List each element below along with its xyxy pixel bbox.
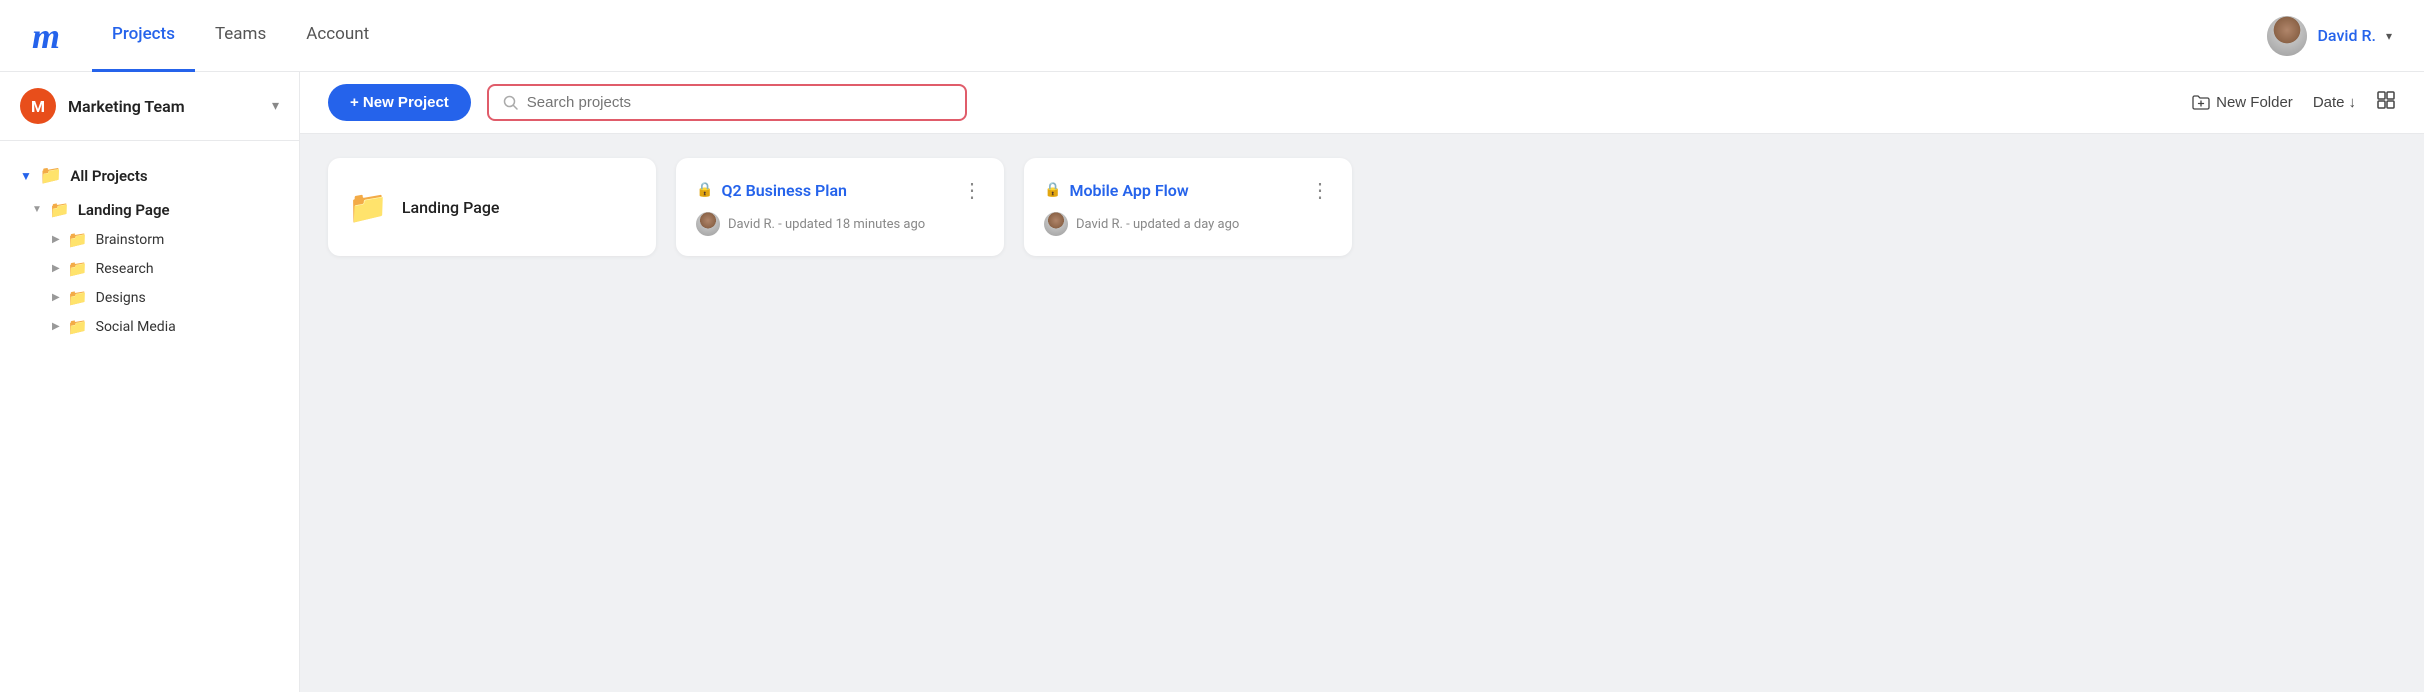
folder-large-icon: 📁 xyxy=(348,188,388,226)
search-input[interactable] xyxy=(527,94,951,111)
dropdown-arrow-icon: ▾ xyxy=(272,98,279,114)
folder-card-name: Landing Page xyxy=(402,198,500,217)
folder-icon: 📁 xyxy=(40,165,62,186)
tree-item-label: Landing Page xyxy=(78,201,170,219)
sidebar-item-designs[interactable]: ▶ 📁 Designs xyxy=(0,283,299,312)
content-area: + New Project New Folder xyxy=(300,72,2424,692)
tree-triangle-social-icon: ▶ xyxy=(52,321,60,332)
main-container: M Marketing Team ▾ ▼ 📁 All Projects ▼ 📁 … xyxy=(0,72,2424,692)
new-folder-label: New Folder xyxy=(2216,94,2293,111)
project-title-row-mobile: 🔒 Mobile App Flow xyxy=(1044,181,1189,200)
toolbar: + New Project New Folder xyxy=(300,72,2424,134)
toolbar-right: New Folder Date ↓ xyxy=(2192,90,2396,116)
team-selector[interactable]: M Marketing Team ▾ xyxy=(0,72,299,141)
project-meta-q2: David R. - updated 18 minutes ago xyxy=(696,212,984,236)
project-card-q2[interactable]: 🔒 Q2 Business Plan ⋮ David R. - updated … xyxy=(676,158,1004,256)
sidebar-label-research: Research xyxy=(96,261,154,277)
new-project-button[interactable]: + New Project xyxy=(328,84,471,121)
new-folder-button[interactable]: New Folder xyxy=(2192,94,2293,111)
meta-text-mobile: David R. - updated a day ago xyxy=(1076,217,1239,232)
chevron-down-icon: ▾ xyxy=(2386,29,2392,43)
folder-social-media-icon: 📁 xyxy=(68,317,88,336)
user-name: David R. xyxy=(2317,26,2375,45)
project-title-q2: Q2 Business Plan xyxy=(721,181,847,200)
tab-account[interactable]: Account xyxy=(286,0,389,72)
user-menu[interactable]: David R. ▾ xyxy=(2267,16,2392,56)
date-sort-label: Date xyxy=(2313,94,2345,111)
triangle-down-icon: ▼ xyxy=(20,169,32,183)
project-card-header: 🔒 Q2 Business Plan ⋮ xyxy=(696,178,984,202)
avatar xyxy=(2267,16,2307,56)
sidebar-item-brainstorm[interactable]: ▶ 📁 Brainstorm xyxy=(0,225,299,254)
grid-view-button[interactable] xyxy=(2376,90,2396,116)
more-menu-q2[interactable]: ⋮ xyxy=(962,178,984,202)
projects-grid: 📁 Landing Page 🔒 Q2 Business Plan ⋮ xyxy=(300,134,2424,280)
grid-icon xyxy=(2376,90,2396,110)
all-projects-row[interactable]: ▼ 📁 All Projects xyxy=(0,157,299,194)
meta-avatar-q2 xyxy=(696,212,720,236)
tab-teams[interactable]: Teams xyxy=(195,0,286,72)
logo: m xyxy=(32,15,60,57)
date-sort-button[interactable]: Date ↓ xyxy=(2313,94,2356,111)
sidebar-item-social-media[interactable]: ▶ 📁 Social Media xyxy=(0,312,299,341)
tab-projects[interactable]: Projects xyxy=(92,0,195,72)
nav-tabs: Projects Teams Account xyxy=(92,0,389,71)
new-folder-icon xyxy=(2192,95,2210,111)
folder-card-landing-page[interactable]: 📁 Landing Page xyxy=(328,158,656,256)
folder-brainstorm-icon: 📁 xyxy=(68,230,88,249)
folder-designs-icon: 📁 xyxy=(68,288,88,307)
sidebar-nav: ▼ 📁 All Projects ▼ 📁 Landing Page ▶ 📁 Br… xyxy=(0,141,299,692)
folder-landing-page-icon: 📁 xyxy=(50,200,70,219)
team-name: Marketing Team xyxy=(68,97,260,116)
project-card-header-mobile: 🔒 Mobile App Flow ⋮ xyxy=(1044,178,1332,202)
project-title-row: 🔒 Q2 Business Plan xyxy=(696,181,847,200)
sidebar: M Marketing Team ▾ ▼ 📁 All Projects ▼ 📁 … xyxy=(0,72,300,692)
sidebar-label-brainstorm: Brainstorm xyxy=(96,232,165,248)
project-title-mobile: Mobile App Flow xyxy=(1069,181,1188,200)
top-nav: m Projects Teams Account David R. ▾ xyxy=(0,0,2424,72)
sidebar-item-research[interactable]: ▶ 📁 Research xyxy=(0,254,299,283)
avatar-image xyxy=(2267,16,2307,56)
sidebar-label-designs: Designs xyxy=(96,290,146,306)
meta-text-q2: David R. - updated 18 minutes ago xyxy=(728,217,925,232)
search-container xyxy=(487,84,967,121)
sidebar-item-landing-page[interactable]: ▼ 📁 Landing Page xyxy=(0,194,299,225)
meta-avatar-mobile xyxy=(1044,212,1068,236)
project-card-mobile[interactable]: 🔒 Mobile App Flow ⋮ David R. - updated a… xyxy=(1024,158,1352,256)
project-card-inner: 🔒 Q2 Business Plan ⋮ David R. - updated … xyxy=(696,178,984,236)
lock-icon: 🔒 xyxy=(696,182,713,198)
tree-triangle-research-icon: ▶ xyxy=(52,263,60,274)
lock-icon-mobile: 🔒 xyxy=(1044,182,1061,198)
project-card-inner-mobile: 🔒 Mobile App Flow ⋮ David R. - updated a… xyxy=(1044,178,1332,236)
more-menu-mobile[interactable]: ⋮ xyxy=(1310,178,1332,202)
sidebar-label-social-media: Social Media xyxy=(96,319,176,335)
folder-research-icon: 📁 xyxy=(68,259,88,278)
tree-triangle-designs-icon: ▶ xyxy=(52,292,60,303)
team-avatar: M xyxy=(20,88,56,124)
search-icon xyxy=(503,95,519,111)
project-meta-mobile: David R. - updated a day ago xyxy=(1044,212,1332,236)
tree-triangle-brainstorm-icon: ▶ xyxy=(52,234,60,245)
tree-triangle-icon: ▼ xyxy=(32,204,42,215)
all-projects-label: All Projects xyxy=(70,167,147,185)
sort-arrow-icon: ↓ xyxy=(2349,94,2357,111)
